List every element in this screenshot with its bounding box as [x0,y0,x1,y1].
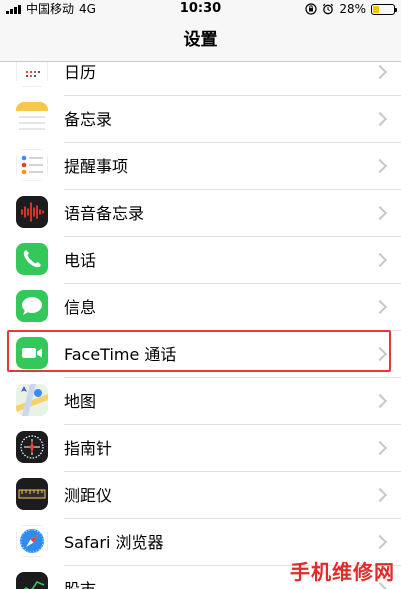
chevron-right-icon [372,64,388,80]
safari-icon [16,525,48,557]
chevron-right-icon [372,158,388,174]
voice-memos-icon [16,196,48,228]
status-right: 28% [305,0,397,18]
settings-row-voice-memos[interactable]: 语音备忘录 [0,190,401,237]
watermark: 手机维修网 [290,560,395,584]
chevron-right-icon [372,111,388,127]
chevron-right-icon [372,393,388,409]
settings-row-notes[interactable]: 备忘录 [0,96,401,143]
battery-icon [371,3,397,15]
phone-icon [16,243,48,275]
chevron-right-icon [372,205,388,221]
settings-row-label: 地图 [64,392,97,411]
alarm-icon [323,3,334,15]
settings-row-label: 股市 [64,566,96,589]
settings-row-messages[interactable]: 信息 [0,284,401,331]
chevron-right-icon [372,487,388,503]
settings-row-label: FaceTime 通话 [64,345,177,364]
notes-icon [16,102,48,134]
settings-row-maps[interactable]: 地图 [0,378,401,425]
battery-fill [373,5,379,13]
settings-row-label: 语音备忘录 [64,204,145,223]
settings-row-reminders[interactable]: 提醒事项 [0,143,401,190]
calendar-icon [16,62,48,87]
stocks-icon [16,572,48,589]
settings-list[interactable]: 日历 备忘录 提醒事项 语音备忘录 电话 信息 FaceTime 通话 地图 指… [0,62,401,589]
chevron-right-icon [372,440,388,456]
chevron-right-icon [372,299,388,315]
messages-icon [16,290,48,322]
battery-percent: 28% [339,2,366,16]
settings-row-label: 备忘录 [64,110,113,129]
maps-icon [16,384,48,416]
reminders-icon [16,149,48,181]
settings-row-compass[interactable]: 指南针 [0,425,401,472]
settings-row-label: 测距仪 [64,486,113,505]
chevron-right-icon [372,534,388,550]
chevron-right-icon [372,346,388,362]
settings-row-calendar[interactable]: 日历 [0,62,401,96]
page-title: 设置 [183,30,218,50]
settings-row-label: 指南针 [64,439,113,458]
settings-row-label: 日历 [64,63,97,82]
settings-row-measure[interactable]: 测距仪 [0,472,401,519]
rotation-lock-icon [305,3,317,15]
settings-row-label: 信息 [64,298,97,317]
settings-row-label: 电话 [64,251,97,270]
settings-row-label: 提醒事项 [64,157,129,176]
settings-row-phone[interactable]: 电话 [0,237,401,284]
settings-row-label: Safari 浏览器 [64,533,164,552]
compass-icon [16,431,48,463]
measure-icon [16,478,48,510]
status-bar: 中国移动 4G 10:30 28% [0,0,401,18]
nav-bar: 设置 [0,18,401,62]
settings-row-facetime[interactable]: FaceTime 通话 [0,331,401,378]
facetime-icon [16,337,48,369]
battery-tip [395,7,397,12]
chevron-right-icon [372,252,388,268]
